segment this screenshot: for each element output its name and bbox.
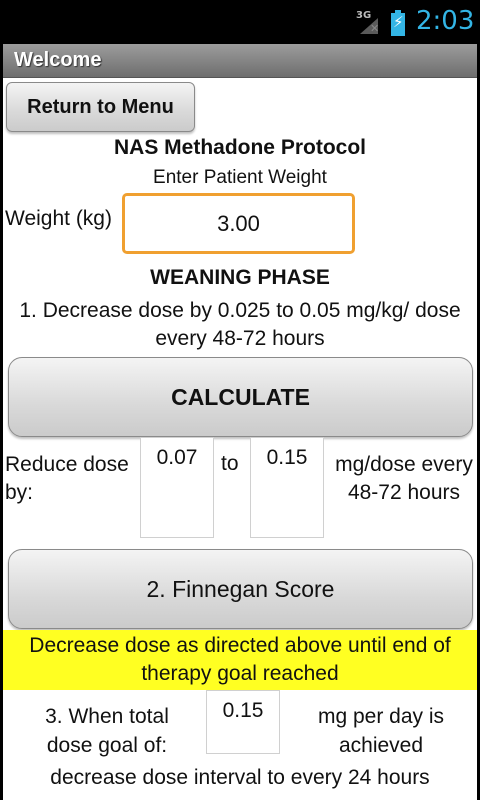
status-time: 2:03: [416, 6, 475, 36]
return-to-menu-button[interactable]: Return to Menu: [6, 82, 195, 132]
weight-label: Weight (kg): [5, 207, 112, 230]
app-title: Welcome: [14, 49, 102, 71]
finnegan-score-button[interactable]: 2. Finnegan Score: [8, 549, 473, 629]
status-bar: 3G ✕ ⚡ 2:03: [0, 0, 480, 44]
therapy-goal-banner: Decrease dose as directed above until en…: [3, 630, 477, 690]
goal-dose-field[interactable]: 0.15: [206, 690, 280, 754]
interval-instructions: decrease dose interval to every 24 hours: [50, 766, 430, 789]
goal-label: 3. When total dose goal of:: [45, 705, 169, 757]
goal-unit-label: mg per day is achieved: [317, 705, 445, 757]
step-1-instructions: 1. Decrease dose by 0.025 to 0.05 mg/kg/…: [19, 299, 461, 350]
signal-no-service-icon: 3G ✕: [356, 10, 380, 35]
phase-title: WEANING PHASE: [150, 266, 330, 289]
reduce-dose-label: Reduce dose by:: [5, 453, 129, 504]
battery-charging-icon: ⚡: [391, 10, 405, 36]
range-to-label: to: [221, 452, 239, 475]
reduce-high-field[interactable]: 0.15: [250, 437, 324, 538]
weight-input[interactable]: 3.00: [122, 193, 355, 254]
reduce-unit-label: mg/dose every 48-72 hours: [335, 453, 473, 504]
calculate-button[interactable]: CALCULATE: [8, 357, 473, 437]
reduce-low-field[interactable]: 0.07: [140, 437, 214, 538]
app-screen: Welcome Return to Menu NAS Methadone Pro…: [3, 44, 477, 800]
title-bar: Welcome: [3, 44, 477, 78]
enter-weight-prompt: Enter Patient Weight: [153, 167, 327, 188]
protocol-title: NAS Methadone Protocol: [113, 136, 366, 159]
